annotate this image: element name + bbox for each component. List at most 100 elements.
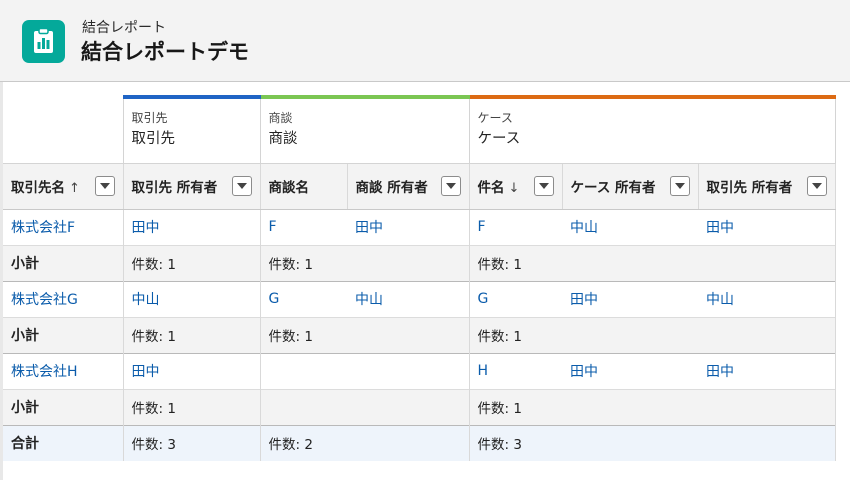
case-subject-link[interactable]: H [468, 352, 562, 389]
report-icon [22, 20, 65, 63]
block-case: ケース ケース [468, 95, 836, 163]
case-count: 件数: 1 [468, 388, 562, 425]
opp-count: 件数: 1 [259, 316, 347, 353]
subtotal-label: 小計 [3, 316, 123, 353]
opp-count: 件数: 1 [259, 244, 347, 281]
account-owner-link[interactable]: 田中 [122, 208, 260, 245]
case-owner-link[interactable]: 田中 [562, 352, 698, 389]
chevron-down-icon [445, 183, 456, 189]
column-account-owner-label: 取引先 所有者 [131, 180, 218, 196]
account-name-link[interactable]: 株式会社F [3, 208, 123, 245]
joined-report-table: 取引先 取引先 商談 商談 ケース ケース 取引先名 ↑ 取引先 所有者 商談名… [3, 95, 836, 461]
account-owner-link[interactable]: 田中 [122, 352, 260, 389]
column-menu-button[interactable] [94, 176, 115, 196]
column-header-case-account-owner[interactable]: 取引先 所有者 [697, 162, 836, 210]
column-opp-owner-label: 商談 所有者 [355, 180, 428, 196]
subtotal-label: 小計 [3, 388, 123, 425]
chevron-down-icon [99, 183, 110, 189]
block-account-name: 取引先 [131, 131, 176, 147]
case-subject-link[interactable]: G [468, 280, 562, 317]
subtotal-row: 小計 件数: 1 件数: 1 件数: 1 [3, 316, 836, 353]
report-type-label: 結合レポート [82, 20, 166, 36]
block-opportunity: 商談 商談 [259, 95, 469, 163]
column-case-account-owner-label: 取引先 所有者 [706, 180, 793, 196]
column-opp-name-label: 商談名 [268, 180, 310, 196]
empty-cell [562, 424, 698, 461]
grand-total-row: 合計 件数: 3 件数: 2 件数: 3 [3, 424, 836, 461]
column-menu-button[interactable] [231, 176, 252, 196]
sort-ascending-icon[interactable]: ↑ [69, 181, 80, 196]
chevron-down-icon [538, 183, 549, 189]
table-row: 株式会社H 田中 H 田中 田中 [3, 352, 836, 389]
account-count: 件数: 1 [122, 388, 260, 425]
sort-descending-icon[interactable]: ↓ [509, 181, 520, 196]
block-opportunity-name: 商談 [268, 131, 298, 147]
column-case-subject-label: 件名 [477, 180, 505, 196]
opp-owner-link[interactable]: 田中 [347, 208, 469, 245]
table-row: 株式会社G 中山 G 中山 G 田中 中山 [3, 280, 836, 317]
opp-name-link[interactable]: G [259, 280, 347, 317]
column-menu-button[interactable] [533, 176, 554, 196]
subtotal-row: 小計 件数: 1 件数: 1 [3, 388, 836, 425]
chevron-down-icon [674, 183, 685, 189]
account-owner-link[interactable]: 中山 [122, 280, 260, 317]
opp-total-count: 件数: 2 [259, 424, 347, 461]
chevron-down-icon [811, 183, 822, 189]
column-account-name-label: 取引先名 [11, 180, 65, 196]
case-count: 件数: 1 [468, 244, 562, 281]
column-menu-button[interactable] [440, 176, 461, 196]
report-header: 結合レポート 結合レポートデモ [0, 0, 850, 82]
empty-cell [698, 388, 836, 425]
case-account-owner-link[interactable]: 田中 [698, 352, 836, 389]
column-header-opp-owner[interactable]: 商談 所有者 [346, 162, 469, 210]
empty-cell [347, 316, 469, 353]
opp-count [259, 388, 347, 425]
account-name-link[interactable]: 株式会社H [3, 352, 123, 389]
column-header-row: 取引先名 ↑ 取引先 所有者 商談名 商談 所有者 件名 ↓ ケース 所有者 取… [3, 162, 836, 210]
block-case-name: ケース [477, 131, 521, 147]
empty-cell [347, 424, 469, 461]
empty-cell [562, 388, 698, 425]
case-account-owner-link[interactable]: 中山 [698, 280, 836, 317]
column-header-account-owner[interactable]: 取引先 所有者 [122, 162, 260, 210]
column-header-account-name[interactable]: 取引先名 ↑ [3, 162, 123, 210]
account-total-count: 件数: 3 [122, 424, 260, 461]
case-owner-link[interactable]: 田中 [562, 280, 698, 317]
column-header-case-subject[interactable]: 件名 ↓ [468, 162, 562, 210]
opp-name-link[interactable]: F [259, 208, 347, 245]
empty-cell [562, 316, 698, 353]
empty-cell [562, 244, 698, 281]
chevron-down-icon [236, 183, 247, 189]
account-count: 件数: 1 [122, 316, 260, 353]
table-row: 株式会社F 田中 F 田中 F 中山 田中 [3, 208, 836, 245]
case-total-count: 件数: 3 [468, 424, 562, 461]
case-count: 件数: 1 [468, 316, 562, 353]
column-menu-button[interactable] [806, 176, 827, 196]
column-menu-button[interactable] [669, 176, 690, 196]
block-opportunity-object: 商談 [268, 111, 293, 125]
block-account: 取引先 取引先 [122, 95, 260, 163]
block-case-object: ケース [477, 111, 513, 125]
empty-cell [347, 244, 469, 281]
column-case-owner-label: ケース 所有者 [570, 180, 656, 196]
empty-cell [698, 244, 836, 281]
case-owner-link[interactable]: 中山 [562, 208, 698, 245]
column-header-opp-name[interactable]: 商談名 [259, 162, 347, 210]
account-name-link[interactable]: 株式会社G [3, 280, 123, 317]
subtotal-row: 小計 件数: 1 件数: 1 件数: 1 [3, 244, 836, 281]
block-account-object: 取引先 [131, 111, 168, 125]
block-header-row: 取引先 取引先 商談 商談 ケース ケース [3, 95, 836, 163]
empty-cell [347, 388, 469, 425]
case-subject-link[interactable]: F [468, 208, 562, 245]
block-spacer [3, 97, 123, 163]
opp-name-link[interactable] [259, 352, 347, 389]
subtotal-label: 小計 [3, 244, 123, 281]
grand-total-label: 合計 [3, 424, 123, 461]
account-count: 件数: 1 [122, 244, 260, 281]
opp-owner-link[interactable] [347, 352, 469, 389]
empty-cell [698, 424, 836, 461]
case-account-owner-link[interactable]: 田中 [698, 208, 836, 245]
opp-owner-link[interactable]: 中山 [347, 280, 469, 317]
page-title: 結合レポートデモ [81, 40, 249, 64]
column-header-case-owner[interactable]: ケース 所有者 [561, 162, 698, 210]
